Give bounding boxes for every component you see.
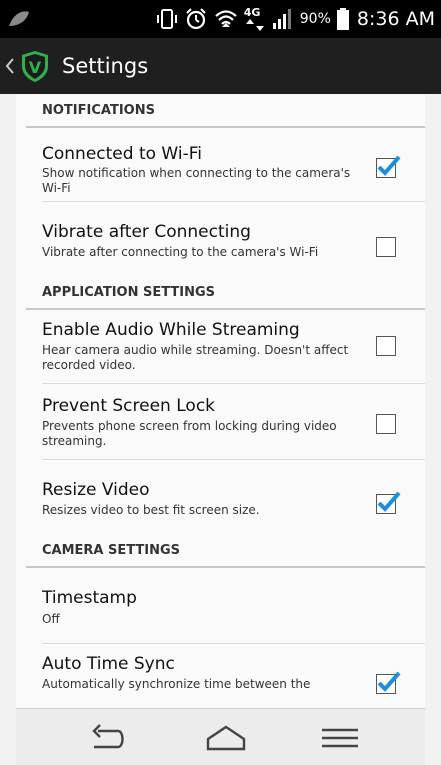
- app-logo-letter: V: [29, 58, 42, 77]
- pref-summary: Hear camera audio while streaming. Doesn…: [42, 343, 349, 372]
- checkbox-auto-time-sync[interactable]: [376, 671, 401, 694]
- pref-title: Resize Video: [42, 480, 150, 500]
- pref-summary: Automatically synchronize time between t…: [42, 677, 311, 691]
- pref-resize-video[interactable]: Resize Video Resizes video to best fit s…: [42, 460, 425, 534]
- pref-title: Connected to Wi-Fi: [42, 144, 202, 164]
- pref-title: Prevent Screen Lock: [42, 396, 216, 416]
- pref-connected-wifi[interactable]: Connected to Wi-Fi Show notification whe…: [42, 128, 425, 202]
- pref-title: Vibrate after Connecting: [42, 222, 251, 242]
- signal-icon: [272, 9, 291, 29]
- settings-list[interactable]: NOTIFICATIONS Connected to Wi-Fi Show no…: [16, 94, 425, 708]
- pref-summary: Off: [42, 612, 60, 626]
- app-shield-logo-icon[interactable]: V: [18, 49, 52, 83]
- pref-prevent-screen-lock[interactable]: Prevent Screen Lock Prevents phone scree…: [42, 384, 425, 460]
- clock-time: 8:36 AM: [356, 8, 435, 30]
- checkbox-enable-audio-streaming[interactable]: [376, 336, 396, 356]
- checkbox-vibrate-after-connecting[interactable]: [376, 237, 396, 257]
- battery-percent: 90%: [299, 11, 331, 27]
- pref-summary: Prevents phone screen from locking durin…: [42, 419, 337, 448]
- wifi-icon: [215, 10, 237, 27]
- section-header-application-settings: APPLICATION SETTINGS: [26, 276, 425, 310]
- menu-icon[interactable]: [320, 723, 360, 753]
- pref-vibrate-after-connecting[interactable]: Vibrate after Connecting Vibrate after c…: [42, 202, 425, 276]
- pref-summary: Resizes video to best fit screen size.: [42, 503, 260, 517]
- section-header-notifications: NOTIFICATIONS: [26, 94, 425, 128]
- pref-summary: Vibrate after connecting to the camera's…: [42, 245, 319, 259]
- back-arrow-icon[interactable]: [88, 723, 128, 753]
- checkmark-icon: [377, 155, 401, 176]
- status-bar: 4G 90% 8:36 AM: [0, 0, 441, 38]
- pref-title: Auto Time Sync: [42, 654, 175, 674]
- checkbox-connected-wifi[interactable]: [376, 155, 401, 178]
- page-title: Settings: [62, 54, 149, 78]
- vibrate-icon: [156, 9, 177, 29]
- section-header-label: APPLICATION SETTINGS: [42, 284, 216, 300]
- action-bar[interactable]: V Settings: [0, 38, 441, 94]
- checkbox-prevent-screen-lock[interactable]: [376, 414, 396, 434]
- home-icon[interactable]: [204, 723, 248, 753]
- section-header-label: CAMERA SETTINGS: [42, 542, 181, 558]
- pref-title: Enable Audio While Streaming: [42, 320, 300, 340]
- battery-icon: [336, 8, 349, 30]
- back-caret-icon[interactable]: [4, 56, 16, 76]
- section-header-label: NOTIFICATIONS: [42, 102, 155, 118]
- checkbox-resize-video[interactable]: [376, 491, 401, 514]
- checkmark-icon: [377, 671, 401, 692]
- checkmark-icon: [377, 491, 401, 512]
- status-icons: 4G 90% 8:36 AM: [156, 0, 435, 38]
- pref-summary: Show notification when connecting to the…: [42, 166, 351, 195]
- pref-timestamp[interactable]: Timestamp Off: [42, 568, 425, 644]
- navigation-bar: [16, 708, 425, 765]
- 4g-icon: 4G: [244, 6, 266, 32]
- pref-title: Timestamp: [42, 588, 137, 608]
- leaf-icon: [9, 11, 29, 26]
- alarm-icon: [186, 8, 206, 30]
- pref-auto-time-sync[interactable]: Auto Time Sync Automatically synchronize…: [42, 644, 425, 704]
- network-type-label: 4G: [243, 6, 261, 19]
- section-header-camera-settings: CAMERA SETTINGS: [26, 534, 425, 568]
- pref-enable-audio-streaming[interactable]: Enable Audio While Streaming Hear camera…: [42, 310, 425, 384]
